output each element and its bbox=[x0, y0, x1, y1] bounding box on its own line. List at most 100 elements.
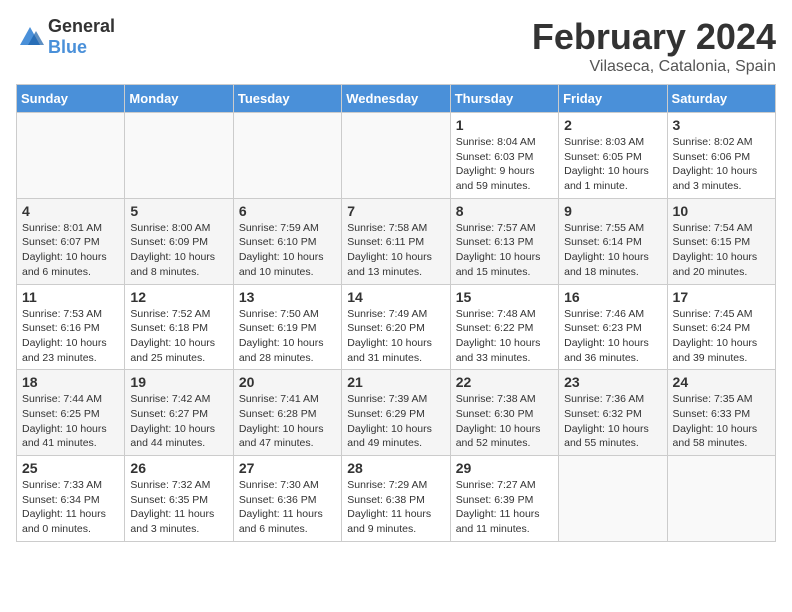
header-cell-tuesday: Tuesday bbox=[233, 85, 341, 113]
day-info: Sunrise: 7:27 AM Sunset: 6:39 PM Dayligh… bbox=[456, 478, 553, 537]
day-cell: 16 Sunrise: 7:46 AM Sunset: 6:23 PM Dayli… bbox=[559, 284, 667, 370]
day-cell: 19 Sunrise: 7:42 AM Sunset: 6:27 PM Dayli… bbox=[125, 370, 233, 456]
day-cell: 20Sunrise: 7:41 AM Sunset: 6:28 PM Dayli… bbox=[233, 370, 341, 456]
week-row-4: 25 Sunrise: 7:33 AM Sunset: 6:34 PM Dayli… bbox=[17, 456, 776, 542]
day-info: Sunrise: 7:58 AM Sunset: 6:11 PM Dayligh… bbox=[347, 221, 444, 280]
day-number: 7 bbox=[347, 203, 444, 219]
day-info: Sunrise: 7:44 AM Sunset: 6:25 PM Dayligh… bbox=[22, 392, 119, 451]
day-number: 8 bbox=[456, 203, 553, 219]
day-cell: 27 Sunrise: 7:30 AM Sunset: 6:36 PM Dayli… bbox=[233, 456, 341, 542]
header-cell-friday: Friday bbox=[559, 85, 667, 113]
day-cell: 18 Sunrise: 7:44 AM Sunset: 6:25 PM Dayli… bbox=[17, 370, 125, 456]
day-cell: 8 Sunrise: 7:57 AM Sunset: 6:13 PM Daylig… bbox=[450, 198, 558, 284]
day-info: Sunrise: 8:04 AM Sunset: 6:03 PM Dayligh… bbox=[456, 135, 553, 194]
day-number: 15 bbox=[456, 289, 553, 305]
day-number: 14 bbox=[347, 289, 444, 305]
logo-text: General Blue bbox=[48, 16, 115, 58]
day-cell: 3 Sunrise: 8:02 AM Sunset: 6:06 PM Daylig… bbox=[667, 113, 775, 199]
day-cell: 26 Sunrise: 7:32 AM Sunset: 6:35 PM Dayli… bbox=[125, 456, 233, 542]
day-info: Sunrise: 7:50 AM Sunset: 6:19 PM Dayligh… bbox=[239, 307, 336, 366]
day-cell: 22Sunrise: 7:38 AM Sunset: 6:30 PM Dayli… bbox=[450, 370, 558, 456]
day-number: 13 bbox=[239, 289, 336, 305]
day-number: 23 bbox=[564, 374, 661, 390]
day-cell: 24 Sunrise: 7:35 AM Sunset: 6:33 PM Dayli… bbox=[667, 370, 775, 456]
day-number: 11 bbox=[22, 289, 119, 305]
header-cell-wednesday: Wednesday bbox=[342, 85, 450, 113]
logo-icon bbox=[16, 23, 44, 51]
day-info: Sunrise: 7:38 AM Sunset: 6:30 PM Dayligh… bbox=[456, 392, 553, 451]
header-cell-monday: Monday bbox=[125, 85, 233, 113]
header-row: SundayMondayTuesdayWednesdayThursdayFrid… bbox=[17, 85, 776, 113]
day-cell: 29Sunrise: 7:27 AM Sunset: 6:39 PM Dayli… bbox=[450, 456, 558, 542]
day-number: 21 bbox=[347, 374, 444, 390]
day-cell: 17 Sunrise: 7:45 AM Sunset: 6:24 PM Dayli… bbox=[667, 284, 775, 370]
week-row-1: 4 Sunrise: 8:01 AM Sunset: 6:07 PM Daylig… bbox=[17, 198, 776, 284]
day-info: Sunrise: 7:35 AM Sunset: 6:33 PM Dayligh… bbox=[673, 392, 770, 451]
day-cell: 9Sunrise: 7:55 AM Sunset: 6:14 PM Daylig… bbox=[559, 198, 667, 284]
day-cell bbox=[233, 113, 341, 199]
day-cell bbox=[342, 113, 450, 199]
day-cell: 23 Sunrise: 7:36 AM Sunset: 6:32 PM Dayli… bbox=[559, 370, 667, 456]
day-info: Sunrise: 7:57 AM Sunset: 6:13 PM Dayligh… bbox=[456, 221, 553, 280]
day-number: 18 bbox=[22, 374, 119, 390]
day-cell: 6Sunrise: 7:59 AM Sunset: 6:10 PM Daylig… bbox=[233, 198, 341, 284]
day-number: 27 bbox=[239, 460, 336, 476]
day-info: Sunrise: 7:45 AM Sunset: 6:24 PM Dayligh… bbox=[673, 307, 770, 366]
day-info: Sunrise: 7:49 AM Sunset: 6:20 PM Dayligh… bbox=[347, 307, 444, 366]
logo-general: General bbox=[48, 16, 115, 36]
day-info: Sunrise: 7:29 AM Sunset: 6:38 PM Dayligh… bbox=[347, 478, 444, 537]
logo: General Blue bbox=[16, 16, 115, 58]
day-info: Sunrise: 7:53 AM Sunset: 6:16 PM Dayligh… bbox=[22, 307, 119, 366]
day-info: Sunrise: 8:01 AM Sunset: 6:07 PM Dayligh… bbox=[22, 221, 119, 280]
day-number: 17 bbox=[673, 289, 770, 305]
day-info: Sunrise: 7:32 AM Sunset: 6:35 PM Dayligh… bbox=[130, 478, 227, 537]
subtitle: Vilaseca, Catalonia, Spain bbox=[532, 58, 776, 76]
week-row-2: 11 Sunrise: 7:53 AM Sunset: 6:16 PM Dayli… bbox=[17, 284, 776, 370]
day-cell: 15 Sunrise: 7:48 AM Sunset: 6:22 PM Dayli… bbox=[450, 284, 558, 370]
main-title: February 2024 bbox=[532, 16, 776, 58]
logo-blue: Blue bbox=[48, 37, 87, 57]
day-number: 10 bbox=[673, 203, 770, 219]
day-number: 3 bbox=[673, 117, 770, 133]
day-info: Sunrise: 8:03 AM Sunset: 6:05 PM Dayligh… bbox=[564, 135, 661, 194]
day-info: Sunrise: 8:02 AM Sunset: 6:06 PM Dayligh… bbox=[673, 135, 770, 194]
header-cell-saturday: Saturday bbox=[667, 85, 775, 113]
day-cell: 21Sunrise: 7:39 AM Sunset: 6:29 PM Dayli… bbox=[342, 370, 450, 456]
day-number: 4 bbox=[22, 203, 119, 219]
header-cell-thursday: Thursday bbox=[450, 85, 558, 113]
day-info: Sunrise: 7:48 AM Sunset: 6:22 PM Dayligh… bbox=[456, 307, 553, 366]
day-info: Sunrise: 7:30 AM Sunset: 6:36 PM Dayligh… bbox=[239, 478, 336, 537]
day-cell: 2 Sunrise: 8:03 AM Sunset: 6:05 PM Daylig… bbox=[559, 113, 667, 199]
day-cell: 28 Sunrise: 7:29 AM Sunset: 6:38 PM Dayli… bbox=[342, 456, 450, 542]
day-cell: 25 Sunrise: 7:33 AM Sunset: 6:34 PM Dayli… bbox=[17, 456, 125, 542]
day-number: 25 bbox=[22, 460, 119, 476]
day-info: Sunrise: 7:36 AM Sunset: 6:32 PM Dayligh… bbox=[564, 392, 661, 451]
day-cell: 1Sunrise: 8:04 AM Sunset: 6:03 PM Daylig… bbox=[450, 113, 558, 199]
day-cell: 7 Sunrise: 7:58 AM Sunset: 6:11 PM Daylig… bbox=[342, 198, 450, 284]
day-number: 5 bbox=[130, 203, 227, 219]
day-info: Sunrise: 8:00 AM Sunset: 6:09 PM Dayligh… bbox=[130, 221, 227, 280]
day-info: Sunrise: 7:33 AM Sunset: 6:34 PM Dayligh… bbox=[22, 478, 119, 537]
day-number: 9 bbox=[564, 203, 661, 219]
day-number: 12 bbox=[130, 289, 227, 305]
calendar-table: SundayMondayTuesdayWednesdayThursdayFrid… bbox=[16, 84, 776, 542]
day-number: 24 bbox=[673, 374, 770, 390]
title-area: February 2024 Vilaseca, Catalonia, Spain bbox=[532, 16, 776, 76]
day-number: 28 bbox=[347, 460, 444, 476]
day-cell: 4 Sunrise: 8:01 AM Sunset: 6:07 PM Daylig… bbox=[17, 198, 125, 284]
day-cell bbox=[667, 456, 775, 542]
day-cell bbox=[125, 113, 233, 199]
week-row-0: 1Sunrise: 8:04 AM Sunset: 6:03 PM Daylig… bbox=[17, 113, 776, 199]
day-number: 20 bbox=[239, 374, 336, 390]
day-cell: 5 Sunrise: 8:00 AM Sunset: 6:09 PM Daylig… bbox=[125, 198, 233, 284]
day-cell: 13 Sunrise: 7:50 AM Sunset: 6:19 PM Dayli… bbox=[233, 284, 341, 370]
day-number: 2 bbox=[564, 117, 661, 133]
day-info: Sunrise: 7:46 AM Sunset: 6:23 PM Dayligh… bbox=[564, 307, 661, 366]
day-number: 19 bbox=[130, 374, 227, 390]
day-cell: 10Sunrise: 7:54 AM Sunset: 6:15 PM Dayli… bbox=[667, 198, 775, 284]
day-number: 26 bbox=[130, 460, 227, 476]
day-number: 16 bbox=[564, 289, 661, 305]
day-cell: 12Sunrise: 7:52 AM Sunset: 6:18 PM Dayli… bbox=[125, 284, 233, 370]
day-info: Sunrise: 7:42 AM Sunset: 6:27 PM Dayligh… bbox=[130, 392, 227, 451]
day-cell: 14 Sunrise: 7:49 AM Sunset: 6:20 PM Dayli… bbox=[342, 284, 450, 370]
